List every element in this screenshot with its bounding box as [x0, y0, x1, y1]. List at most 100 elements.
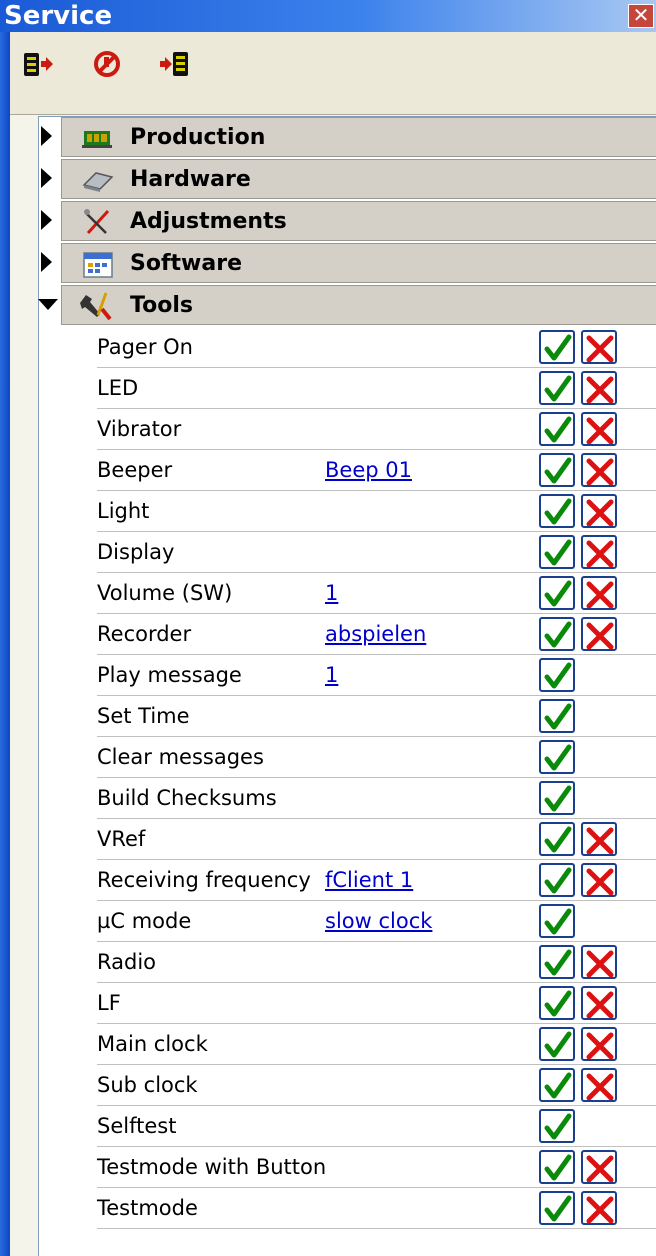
reject-button[interactable]	[581, 1191, 617, 1225]
expand-arrow-icon[interactable]	[41, 210, 52, 230]
tool-value-link[interactable]: Beep 01	[325, 450, 412, 490]
window-title: Service	[4, 1, 113, 31]
reject-button[interactable]	[581, 330, 617, 364]
category-label: Tools	[130, 293, 193, 318]
expand-arrow-icon[interactable]	[41, 126, 52, 146]
tool-row: Testmode with Button	[97, 1147, 656, 1188]
category-hardware[interactable]: Hardware	[61, 159, 656, 199]
tool-value-link[interactable]: 1	[325, 655, 338, 695]
category-production[interactable]: Production	[61, 117, 656, 157]
software-icon	[80, 247, 116, 281]
category-software[interactable]: Software	[61, 243, 656, 283]
category-tools[interactable]: Tools	[61, 285, 656, 325]
tool-row: Display	[97, 532, 656, 573]
hardware-icon-svg	[82, 172, 114, 192]
tool-row: µC mode slow clock	[97, 901, 656, 942]
close-button[interactable]: ✕	[628, 4, 654, 28]
accept-button[interactable]	[539, 576, 575, 610]
accept-button[interactable]	[539, 371, 575, 405]
stop-button[interactable]	[90, 48, 126, 80]
expand-arrow-icon[interactable]	[41, 252, 52, 272]
tool-row: Pager On	[97, 327, 656, 368]
reject-button[interactable]	[581, 412, 617, 446]
accept-button[interactable]	[539, 699, 575, 733]
tool-label: Sub clock	[97, 1073, 198, 1097]
check-icon	[544, 1031, 572, 1058]
tool-value-link[interactable]: abspielen	[325, 614, 426, 654]
export-button[interactable]	[20, 48, 56, 80]
tool-row: Testmode	[97, 1188, 656, 1229]
reject-button[interactable]	[581, 822, 617, 856]
check-icon	[544, 744, 572, 771]
export-icon	[24, 53, 53, 76]
check-icon	[544, 580, 572, 607]
accept-button[interactable]	[539, 822, 575, 856]
reject-button[interactable]	[581, 986, 617, 1020]
reject-button[interactable]	[581, 1027, 617, 1061]
accept-button[interactable]	[539, 1068, 575, 1102]
cross-icon	[586, 827, 614, 854]
accept-button[interactable]	[539, 1191, 575, 1225]
tools-icon	[80, 289, 116, 323]
tool-label: LF	[97, 991, 121, 1015]
tool-label: Testmode with Button	[97, 1155, 327, 1179]
tool-row: Build Checksums	[97, 778, 656, 819]
accept-button[interactable]	[539, 740, 575, 774]
tool-value-link[interactable]: fClient 1	[325, 860, 413, 900]
accept-button[interactable]	[539, 412, 575, 446]
accept-button[interactable]	[539, 453, 575, 487]
reject-button[interactable]	[581, 1150, 617, 1184]
check-icon	[544, 908, 572, 935]
accept-button[interactable]	[539, 494, 575, 528]
expand-arrow-icon[interactable]	[41, 168, 52, 188]
tool-label: LED	[97, 376, 139, 400]
cross-icon	[586, 622, 614, 649]
reject-button[interactable]	[581, 535, 617, 569]
reject-button[interactable]	[581, 945, 617, 979]
tool-label: Display	[97, 540, 175, 564]
tools-icon-svg	[80, 292, 112, 321]
accept-button[interactable]	[539, 945, 575, 979]
cross-icon	[586, 499, 614, 526]
accept-button[interactable]	[539, 781, 575, 815]
reject-button[interactable]	[581, 617, 617, 651]
check-icon	[544, 785, 572, 812]
collapse-arrow-icon[interactable]	[38, 299, 58, 310]
reject-button[interactable]	[581, 453, 617, 487]
accept-button[interactable]	[539, 904, 575, 938]
cross-icon	[586, 991, 614, 1018]
accept-button[interactable]	[539, 617, 575, 651]
tool-label: Recorder	[97, 622, 192, 646]
accept-button[interactable]	[539, 330, 575, 364]
check-icon	[544, 662, 572, 689]
adjustments-icon-svg	[84, 209, 110, 235]
reject-button[interactable]	[581, 863, 617, 897]
tool-value-link[interactable]: slow clock	[325, 901, 432, 941]
tool-label: Volume (SW)	[97, 581, 233, 605]
reject-button[interactable]	[581, 576, 617, 610]
tool-label: Light	[97, 499, 150, 523]
accept-button[interactable]	[539, 1109, 575, 1143]
accept-button[interactable]	[539, 986, 575, 1020]
accept-button[interactable]	[539, 1150, 575, 1184]
cross-icon	[586, 458, 614, 485]
cross-icon	[586, 335, 614, 362]
title-bar[interactable]: Service ✕	[0, 0, 656, 32]
check-icon	[544, 334, 572, 361]
check-icon	[544, 1072, 572, 1099]
accept-button[interactable]	[539, 535, 575, 569]
tool-label: Build Checksums	[97, 786, 277, 810]
tool-value-link[interactable]: 1	[325, 573, 338, 613]
hardware-icon	[80, 163, 116, 197]
category-adjustments[interactable]: Adjustments	[61, 201, 656, 241]
accept-button[interactable]	[539, 863, 575, 897]
check-icon	[544, 1195, 572, 1222]
tool-row: Clear messages	[97, 737, 656, 778]
reject-button[interactable]	[581, 494, 617, 528]
reject-button[interactable]	[581, 371, 617, 405]
import-button[interactable]	[158, 48, 194, 80]
tool-row: Set Time	[97, 696, 656, 737]
accept-button[interactable]	[539, 658, 575, 692]
reject-button[interactable]	[581, 1068, 617, 1102]
accept-button[interactable]	[539, 1027, 575, 1061]
